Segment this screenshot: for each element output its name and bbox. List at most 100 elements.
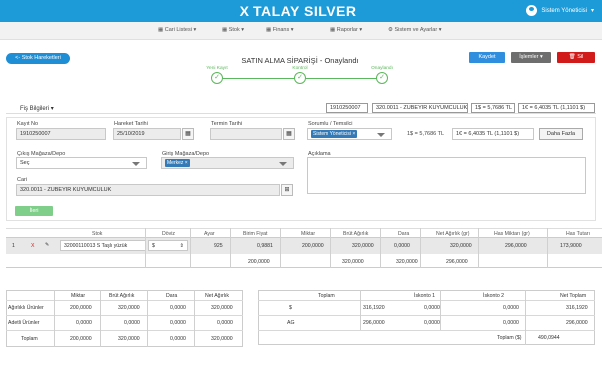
row-delete-icon[interactable]: X [31, 243, 34, 249]
next-button[interactable]: İleri [15, 206, 53, 216]
cari-field[interactable]: 320.0011 - ZUBEYIR KUYUMCULUK [16, 184, 280, 196]
grand-total-value: 490,0944 [538, 335, 560, 341]
menu-label: Cari Listesi [164, 27, 192, 33]
row-divider [258, 300, 595, 301]
sum-cell: 320,0000 [211, 336, 233, 342]
back-to-stock-movements-button[interactable]: <- Stok Hareketleri [6, 53, 70, 64]
col-divider [440, 290, 441, 330]
save-button[interactable]: Kaydet [469, 52, 505, 63]
sum-cell: 0,0000 [424, 305, 440, 311]
sorumlu-label: Sorumlu / Temsilci [308, 121, 353, 127]
eur-rate-badge: 1€ = 6,4035 TL (1,1101 $) [518, 103, 595, 113]
sum-cell: 320,0000 [118, 305, 140, 311]
operations-button[interactable]: İşlemler ▾ [511, 52, 551, 63]
row-ayar: 925 [214, 243, 223, 249]
sum-header-toplam: Toplam [318, 293, 335, 299]
col-divider [330, 228, 331, 268]
row-dara: 0,0000 [394, 243, 410, 249]
menu-raporlar[interactable]: ▦ Raporlar ▾ [330, 27, 362, 33]
calendar-icon[interactable]: ▦ [283, 128, 295, 140]
sorumlu-tag[interactable]: Sistem Yöneticisi × [311, 130, 358, 138]
sum-header-iskonto2: İskonto 2 [483, 293, 505, 299]
hareket-tarihi-field[interactable]: 25/10/2019 [113, 128, 181, 140]
usd-rate-text: 1$ = 5,7686 TL [407, 131, 445, 137]
col-birim-fiyat: Birim Fiyat [243, 231, 268, 237]
col-dara: Dara [398, 231, 410, 237]
doc-no-badge: 1910250007 [326, 103, 368, 113]
row-index: 1 [12, 243, 15, 249]
menu-finans[interactable]: ▦ Finans ▾ [266, 27, 294, 33]
row-divider [6, 330, 243, 331]
sum-cell: 320,0000 [211, 305, 233, 311]
sum-cell: 316,1920 [363, 305, 385, 311]
step-check-check-icon: ✓ [294, 72, 306, 84]
sum-cell: 200,0000 [70, 305, 92, 311]
sum-cell: 320,0000 [118, 336, 140, 342]
eur-rate-field: 1€ = 6,4035 TL (1,1101 $) [452, 128, 534, 140]
sum-header-net-toplam: Net Toplam [560, 293, 587, 299]
trash-icon: 🗑 [568, 54, 576, 60]
cari-badge: 320.0011 - ZUBEYIR KUYUMCULUK [372, 103, 468, 113]
sum-cell: 0,0000 [170, 336, 186, 342]
delete-button[interactable]: 🗑 Sil [557, 52, 595, 63]
sum-header-miktar: Miktar [71, 293, 86, 299]
brand-logo[interactable]: X TALAY SILVER [236, 3, 357, 19]
sorumlu-tag-label: Sistem Yöneticisi [313, 131, 351, 137]
user-menu[interactable]: Sistem Yöneticisi ▾ [526, 5, 594, 16]
giris-tag[interactable]: Merkez × [165, 159, 190, 167]
row-has-miktar: 296,0000 [505, 243, 527, 249]
grand-total-label: Toplam ($) [497, 335, 522, 341]
sum-cell: 316,1920 [566, 305, 588, 311]
col-has-tutar: Has Tutarı [566, 231, 590, 237]
user-name: Sistem Yöneticisi [541, 7, 587, 14]
sorumlu-select[interactable]: Sistem Yöneticisi × [307, 128, 392, 140]
more-button[interactable]: Daha Fazla [539, 128, 583, 140]
sum-cell: 0,0000 [124, 320, 140, 326]
col-divider [194, 290, 195, 347]
menu-sistem-ayarlar[interactable]: ⚙ Sistem ve Ayarlar ▾ [388, 27, 441, 33]
kayit-no-field[interactable]: 1910250007 [16, 128, 106, 140]
row-edit-icon[interactable]: ✎ [45, 242, 49, 248]
cikis-depo-select[interactable]: Seç [16, 157, 147, 169]
totals-row [6, 254, 602, 268]
calendar-icon[interactable]: ▦ [182, 128, 194, 140]
operations-label: İşlemler [519, 54, 539, 60]
step-approved-check-icon: ✓ [376, 72, 388, 84]
logo-text: TALAY SILVER [253, 3, 357, 19]
main-menu: ▦ Cari Listesi ▾ ▦ Stok ▾ ▦ Finans ▾ ▦ R… [0, 22, 602, 40]
menu-cari-listesi[interactable]: ▦ Cari Listesi ▾ [158, 27, 196, 33]
menu-stok[interactable]: ▦ Stok ▾ [222, 27, 244, 33]
col-divider [547, 228, 548, 268]
row-has-tutar: 173,9000 [560, 243, 582, 249]
sum-row-label: Ağırlıklı Ürünler [8, 305, 44, 311]
row-brut: 320,0000 [352, 243, 374, 249]
lookup-icon[interactable]: ⊞ [281, 184, 293, 196]
col-divider [190, 228, 191, 268]
aciklama-textarea[interactable] [307, 157, 586, 194]
row-doviz-select[interactable]: $ ⇕ [148, 240, 188, 251]
row-net: 320,0000 [450, 243, 472, 249]
menu-label: Raporlar [336, 27, 358, 33]
termin-tarihi-field[interactable] [210, 128, 282, 140]
user-avatar-icon [526, 5, 538, 16]
chevron-down-icon: ▾ [590, 8, 594, 14]
col-has-miktar: Has Miktarı (gr) [494, 231, 530, 237]
giris-tag-label: Merkez [167, 160, 184, 166]
giris-depo-select[interactable]: Merkez × [161, 157, 294, 169]
tab-fis-bilgileri[interactable]: Fiş Bilgileri ▾ [20, 105, 54, 112]
row-stok-field[interactable]: 32000110013 S Taşlı yüzük [60, 240, 146, 251]
col-miktar: Miktar [301, 231, 316, 237]
sum-cell: 0,0000 [503, 320, 519, 326]
total-net: 320,0000 [396, 259, 418, 265]
sum-cell: 0,0000 [170, 320, 186, 326]
col-divider [280, 228, 281, 268]
menu-label: Stok [228, 27, 240, 33]
tab-label: Fiş Bilgileri [20, 106, 50, 112]
col-brut: Brüt Ağırlık [343, 231, 369, 237]
sum-header-net: Net Ağırlık [205, 293, 229, 299]
row-stok-value: 32000110013 S Taşlı yüzük [64, 243, 128, 249]
sum-cell: 0,0000 [170, 305, 186, 311]
col-divider [54, 290, 55, 347]
sum-header-iskonto1: İskonto 1 [414, 293, 436, 299]
total-has-miktar: 296,0000 [446, 259, 468, 265]
